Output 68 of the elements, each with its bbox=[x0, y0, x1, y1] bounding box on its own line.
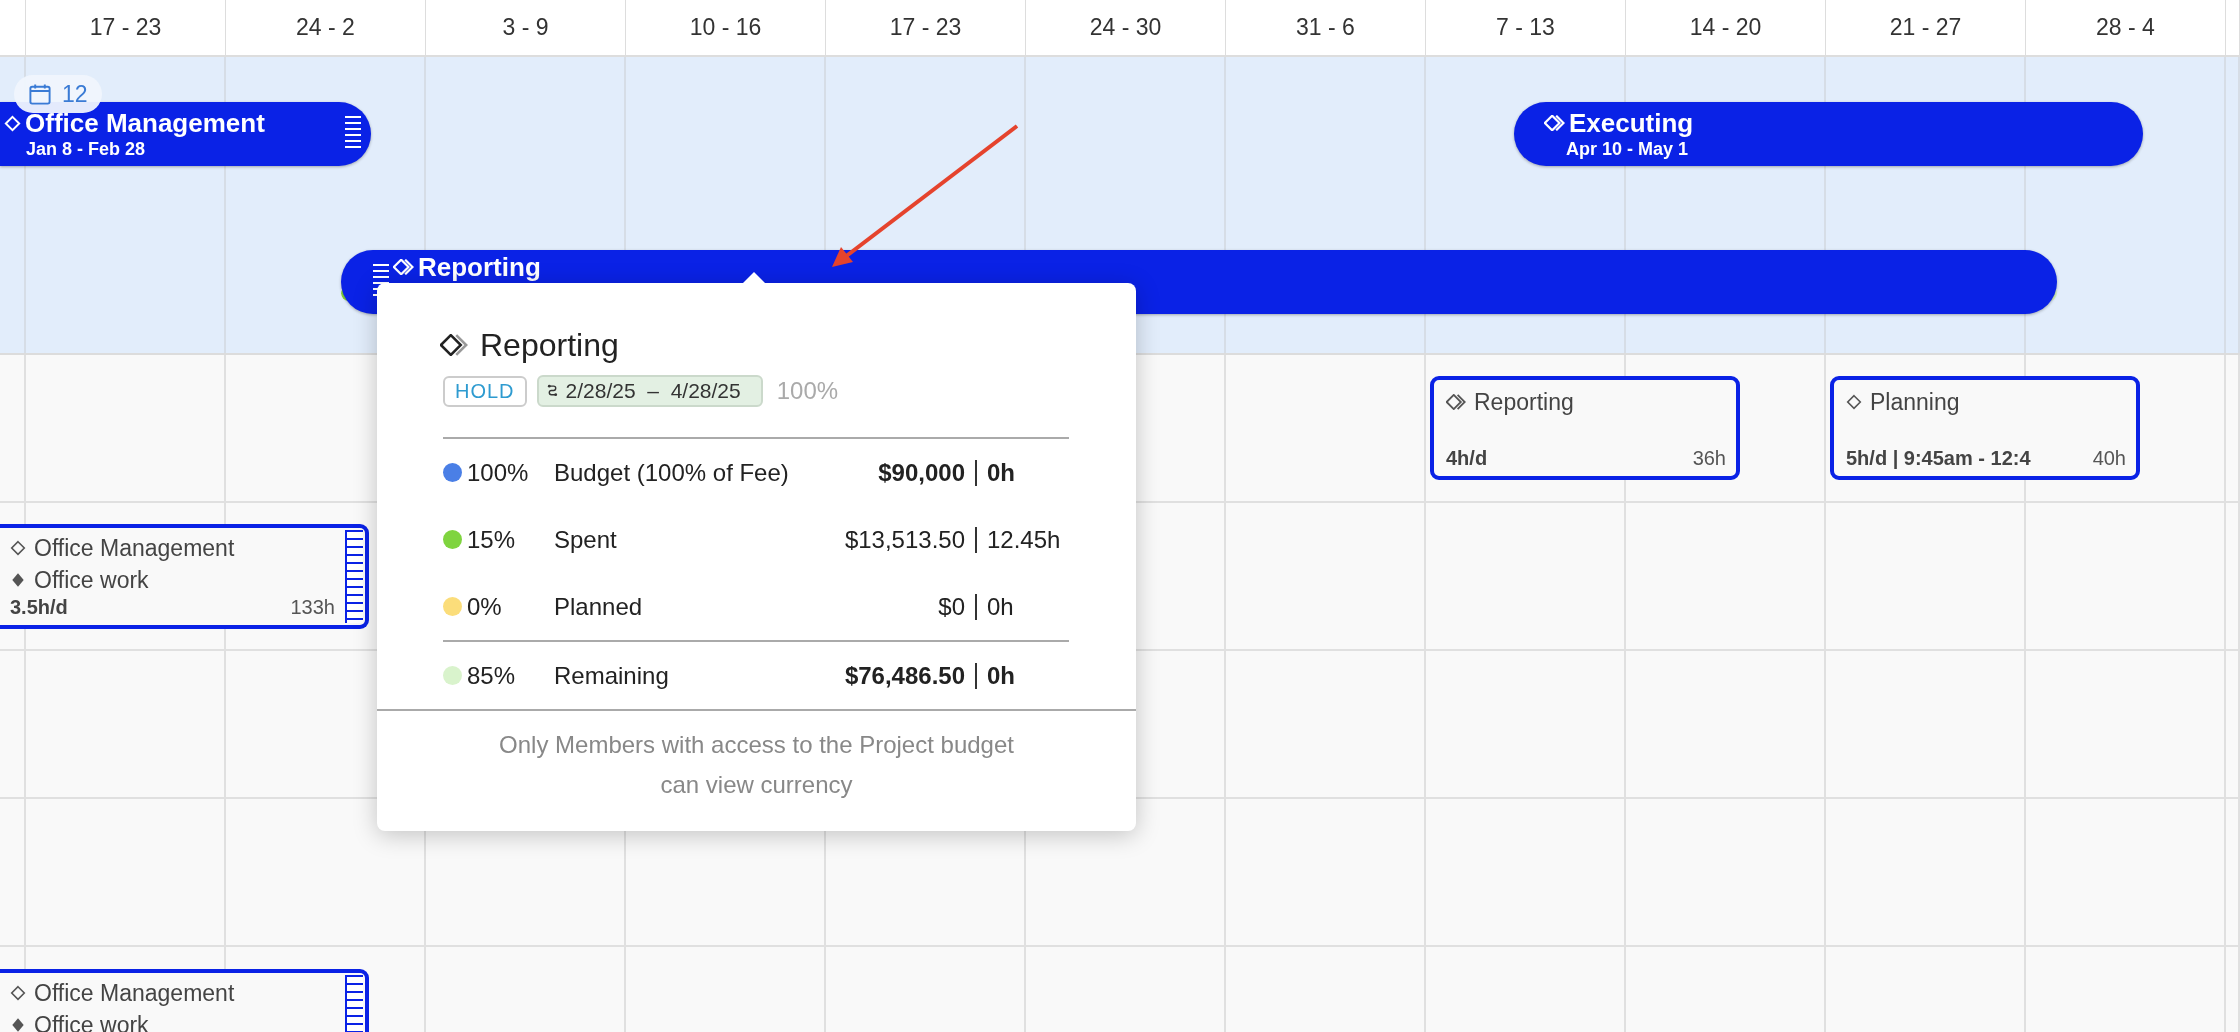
week-label: 7 - 13 bbox=[1496, 14, 1555, 41]
calendar-icon bbox=[28, 82, 52, 106]
budget-amount: $76,486.50 bbox=[844, 661, 965, 690]
diamond-icon bbox=[10, 985, 26, 1001]
card-total: 133h bbox=[290, 596, 335, 619]
tooltip-title: Reporting bbox=[480, 326, 619, 364]
budget-hours: 0h bbox=[987, 458, 1016, 487]
card-rate: 3.5h/d bbox=[10, 596, 68, 619]
phase-title: Reporting bbox=[418, 252, 541, 282]
dependency-icon bbox=[546, 383, 558, 399]
budget-hours: 12.45h bbox=[987, 525, 1062, 554]
card-title: Office Management bbox=[34, 979, 235, 1007]
budget-label: Planned bbox=[554, 592, 644, 621]
schedule-card[interactable]: Planning 5h/d | 9:45am - 12:4 40h bbox=[1830, 376, 2140, 480]
week-label: 31 - 6 bbox=[1296, 14, 1355, 41]
date-badge[interactable]: 12 bbox=[14, 75, 102, 113]
week-label: 14 - 20 bbox=[1689, 14, 1762, 41]
budget-percent: 85% bbox=[467, 661, 517, 690]
week-label: 21 - 27 bbox=[1889, 14, 1962, 41]
budget-label: Spent bbox=[554, 525, 618, 554]
card-total: 36h bbox=[1692, 447, 1726, 470]
phase-title: Executing bbox=[1569, 108, 1694, 138]
budget-percent: 100% bbox=[467, 458, 530, 487]
phase-bar[interactable]: Office Management Jan 8 - Feb 28 bbox=[0, 102, 371, 166]
diamond-icon bbox=[4, 114, 21, 132]
phase-bar[interactable]: Executing Apr 10 - May 1 bbox=[1514, 102, 2143, 166]
phase-icon bbox=[1446, 394, 1466, 410]
card-total: 40h bbox=[2092, 447, 2126, 470]
drag-handle[interactable] bbox=[345, 530, 363, 623]
budget-percent: 15% bbox=[467, 525, 517, 554]
card-title: Office Management bbox=[34, 534, 235, 562]
card-subtitle: Office work bbox=[34, 566, 149, 594]
diamond-icon bbox=[10, 1017, 26, 1032]
diamond-icon bbox=[10, 540, 26, 556]
card-rate: 5h/d | 9:45am - 12:4 bbox=[1846, 447, 2031, 470]
budget-amount: $0 bbox=[938, 592, 965, 621]
tooltip-note: Only Members with access to the Project budget can view currency bbox=[377, 709, 1136, 805]
week-label: 28 - 4 bbox=[2096, 14, 2155, 41]
schedule-card[interactable]: Office Management Office work 3.5h/d 133h bbox=[0, 524, 369, 629]
budget-hours: 0h bbox=[987, 661, 1016, 690]
week-label: 10 - 16 bbox=[689, 14, 762, 41]
budget-percent: 0% bbox=[467, 592, 503, 621]
week-label: 3 - 9 bbox=[502, 14, 549, 41]
phase-icon bbox=[1544, 115, 1565, 131]
card-subtitle: Office work bbox=[34, 1011, 149, 1032]
phase-dates: Apr 10 - May 1 bbox=[1565, 138, 1690, 160]
week-label: 24 - 2 bbox=[296, 14, 355, 41]
card-title: Reporting bbox=[1474, 388, 1574, 416]
week-label: 17 - 23 bbox=[889, 14, 962, 41]
phase-icon bbox=[393, 259, 414, 275]
completion-percent: 100% bbox=[776, 377, 839, 405]
phase-icon bbox=[440, 334, 468, 356]
phase-dates: Jan 8 - Feb 28 bbox=[25, 138, 147, 160]
budget-label: Remaining bbox=[554, 661, 670, 690]
diamond-icon bbox=[10, 572, 26, 588]
week-label: 24 - 30 bbox=[1089, 14, 1162, 41]
budget-amount: $13,513.50 bbox=[844, 525, 965, 554]
diamond-icon bbox=[1846, 394, 1862, 410]
card-rate: 4h/d bbox=[1446, 447, 1488, 470]
status-tag: HOLD bbox=[443, 375, 527, 407]
date-range-chip: 2/28/25 – 4/28/25 bbox=[536, 375, 763, 407]
schedule-card[interactable]: Reporting 4h/d 36h bbox=[1430, 376, 1740, 480]
week-label: 17 - 23 bbox=[89, 14, 162, 41]
budget-label: Budget (100% of Fee) bbox=[554, 458, 790, 487]
budget-hours: 0h bbox=[987, 592, 1015, 621]
budget-amount: $90,000 bbox=[878, 458, 965, 487]
card-title: Planning bbox=[1870, 388, 1960, 416]
schedule-card[interactable]: Office Management Office work bbox=[0, 969, 369, 1032]
